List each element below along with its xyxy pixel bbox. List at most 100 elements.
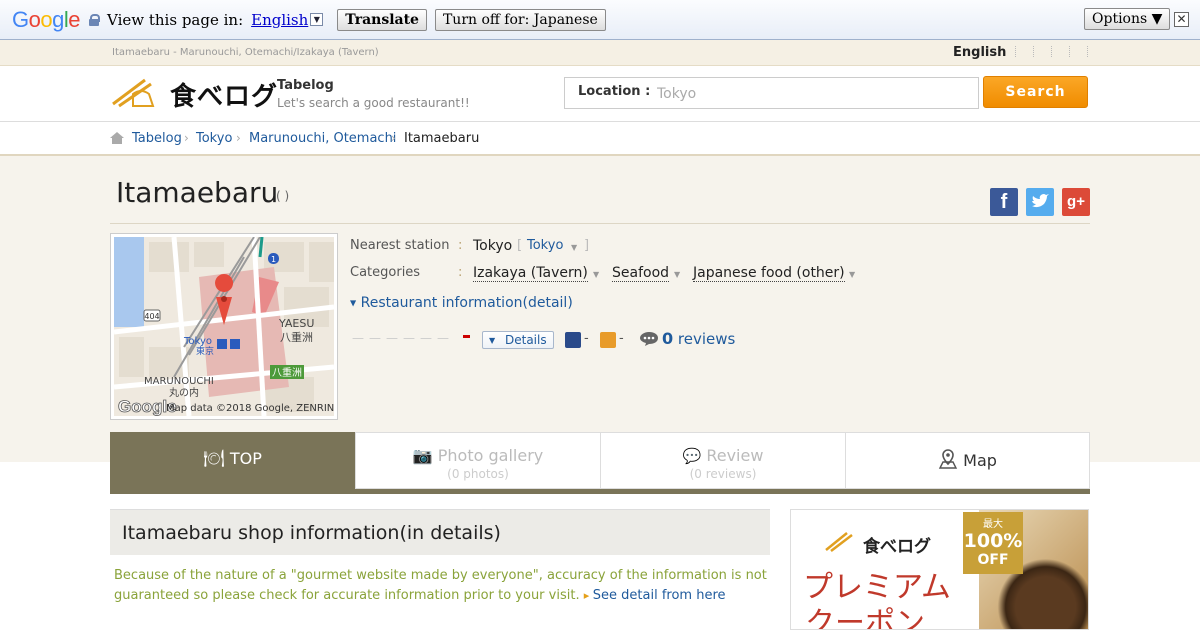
facebook-share-button[interactable]: f [990,188,1018,216]
breadcrumb-separator: › [236,131,241,145]
bracket: ] [584,238,590,253]
map-label-tokyo-ja: 東京 [196,345,214,357]
tab-map[interactable]: Map [845,432,1090,489]
map-label-tokyo: Tokyo [183,336,212,347]
categories-label: Categories [350,265,421,280]
colon: : [458,265,463,280]
logo-english: Tabelog [277,78,334,93]
station-link[interactable]: Tokyo [527,238,563,253]
nearest-station-label: Nearest station [350,238,450,253]
review-count-link[interactable]: 0 reviews [662,329,735,348]
chopsticks-logo-icon[interactable] [111,76,167,108]
page-title: Itamaebaru [116,176,279,209]
details-label: Details [505,333,547,347]
top-strip: Itamaebaru - Marunouchi, Otemachi/Izakay… [0,40,1200,66]
breadcrumb-area[interactable]: Marunouchi, Otemachi [249,131,396,146]
tab-top[interactable]: 🍽 TOP [110,432,355,489]
colon: : [458,238,463,253]
breadcrumb-current: Itamaebaru [404,131,480,146]
logo-japanese[interactable]: 食べログ [170,76,278,113]
tab-top-label: TOP [229,449,262,468]
category-japanese-food[interactable]: Japanese food (other) [693,265,845,282]
chopsticks-logo-icon [825,532,853,552]
chevron-down-icon: ▼ [350,298,357,308]
tab-review-count: (0 reviews) [689,467,757,481]
restaurant-info-toggle[interactable]: ▼ Restaurant information(detail) [350,295,573,311]
close-icon[interactable]: ✕ [1174,12,1189,27]
badge-off: OFF [977,552,1009,568]
ad-subheadline: クーポン [805,606,925,630]
restaurant-tabs: 🍽 TOP 📷 Photo gallery (0 photos) 💬 Revie… [110,432,1090,494]
chevron-down-icon[interactable]: ▼ [849,270,855,279]
tab-review[interactable]: 💬 Review (0 reviews) [600,432,846,489]
translate-bar: Google View this page in: English ▼ Tran… [0,0,1200,40]
category-seafood[interactable]: Seafood [612,265,670,282]
turn-off-button[interactable]: Turn off for: Japanese [434,8,606,31]
chevron-down-icon[interactable]: ▼ [310,13,324,26]
language-switch[interactable]: English [953,45,1006,60]
chevron-down-icon[interactable]: ▼ [593,270,599,279]
sun-icon [600,332,616,348]
tab-photo-gallery[interactable]: 📷 Photo gallery (0 photos) [355,432,601,489]
accuracy-notice: Because of the nature of a "gourmet webs… [114,566,774,606]
rating-stars: —————— [352,331,454,345]
ad-logo: 食べログ [863,537,931,557]
divider [1069,46,1070,57]
tab-photo-label: Photo gallery [437,446,544,465]
breadcrumb-tokyo[interactable]: Tokyo [196,131,232,146]
bracket: [ [517,238,523,253]
location-search-box: Location : [564,77,979,109]
google-logo: Google [12,6,81,32]
divider [1087,46,1088,57]
discount-badge: 最大 100% OFF [963,512,1023,574]
site-header: 食べログ Tabelog Let's search a good restaur… [0,66,1200,122]
tab-underline [110,489,1090,494]
see-detail-link[interactable]: See detail from here [584,588,726,603]
premium-coupon-ad[interactable]: 食べログ 最大 100% OFF プレミアム クーポン [790,509,1089,630]
twitter-share-button[interactable] [1026,188,1054,216]
badge-max: 最大 [983,519,1003,530]
rating-score-mark [463,335,470,338]
chevron-down-icon[interactable]: ▼ [571,243,577,252]
breadcrumb: Tabelog › Tokyo › Marunouchi, Otemachi ›… [0,122,1200,156]
badge-percent: 100% [963,530,1023,552]
divider [110,223,1090,224]
search-button[interactable]: Search [983,76,1088,108]
speech-bubble-icon [640,332,658,346]
title-reading: ( ) [276,189,290,203]
map-pin-icon [938,449,958,469]
tab-review-label: Review [706,446,764,465]
tab-map-label: Map [963,451,997,470]
tagline: Let's search a good restaurant!! [277,96,470,110]
camera-icon: 📷 [412,446,433,465]
chevron-down-icon[interactable]: ▼ [674,270,680,279]
shop-info-header: Itamaebaru shop information(in details) [110,509,770,555]
googleplus-share-button[interactable]: g+ [1062,188,1090,216]
lock-icon [89,13,101,26]
location-input[interactable] [657,83,967,105]
station-value: Tokyo [473,238,513,254]
breadcrumb-separator: › [391,131,396,145]
options-button[interactable]: Options ▼ [1084,8,1171,30]
translate-button[interactable]: Translate [337,8,427,31]
map-label-yaesu-station: 八重洲 [272,366,302,379]
map-label-marunouchi: MARUNOUCHI [144,376,214,387]
map-thumbnail[interactable]: 404 1 YAESU 八重洲 Tokyo 東京 MARUNOUCHI 丸の内 … [110,233,338,420]
breadcrumb-separator: › [184,131,189,145]
category-izakaya[interactable]: Izakaya (Tavern) [473,265,588,282]
home-icon[interactable] [110,132,124,144]
review-label: reviews [677,330,736,348]
route-1-label: 1 [271,255,276,264]
strip-breadcrumb: Itamaebaru - Marunouchi, Otemachi/Izakay… [112,47,379,58]
lunch-budget: - [619,331,624,346]
divider [1033,46,1034,57]
breadcrumb-tabelog[interactable]: Tabelog [132,131,182,146]
rating-details-button[interactable]: Details [482,331,554,349]
divider [1051,46,1052,57]
tab-photo-count: (0 photos) [447,467,509,481]
review-count: 0 [662,329,674,348]
route-404-label: 404 [144,312,159,321]
language-select[interactable]: English [251,11,308,29]
moon-icon [565,332,581,348]
facebook-icon: f [1000,191,1008,213]
